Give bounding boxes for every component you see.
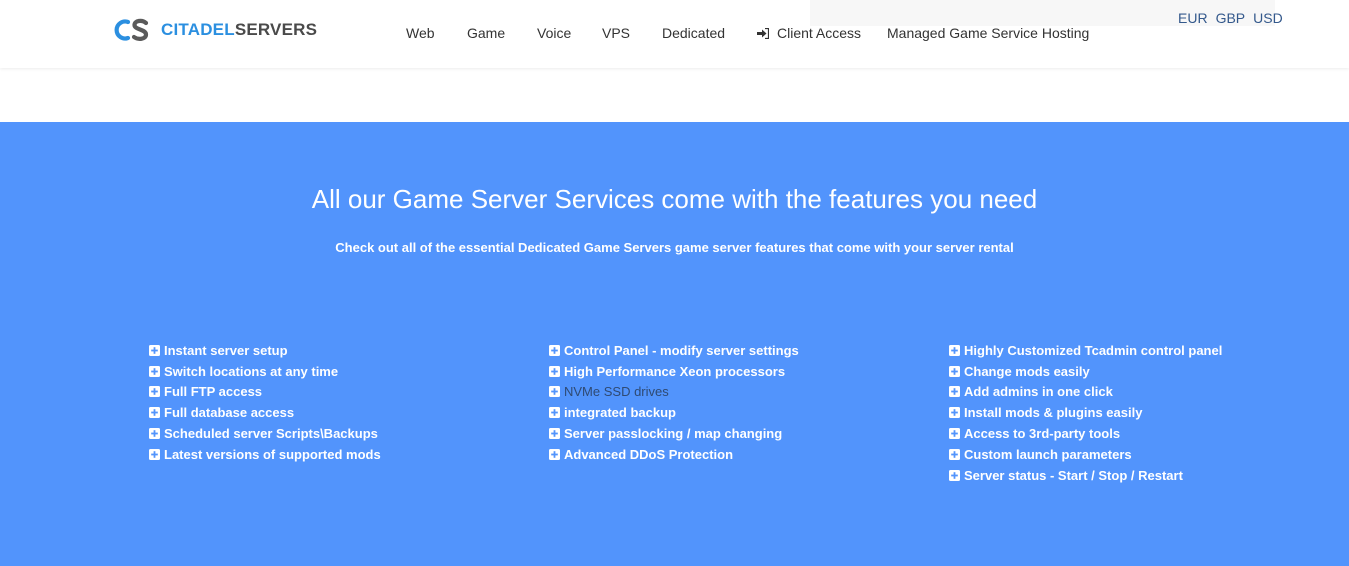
- nav-link-client-access-label: Client Access: [777, 25, 862, 41]
- feature-label: integrated backup: [564, 405, 676, 421]
- feature-item: Scheduled server Scripts\Backups: [149, 423, 381, 444]
- features-section: All our Game Server Services come with t…: [0, 122, 1349, 566]
- feature-item: Full database access: [149, 402, 381, 423]
- nav-link-dedicated[interactable]: Dedicated: [662, 22, 725, 44]
- feature-item: Server passlocking / map changing: [549, 423, 799, 444]
- feature-label: Advanced DDoS Protection: [564, 446, 734, 462]
- nav-link-vps[interactable]: VPS: [602, 22, 630, 44]
- feature-item: Add admins in one click: [949, 382, 1222, 403]
- feature-label: Scheduled server Scripts\Backups: [164, 426, 378, 442]
- feature-item: Change mods easily: [949, 361, 1222, 382]
- plus-square-icon: [549, 344, 560, 356]
- nav-link-managed-hosting[interactable]: Managed Game Service Hosting: [887, 22, 1089, 44]
- plus-square-icon: [549, 407, 560, 419]
- plus-square-icon: [949, 448, 960, 460]
- feature-item: Custom launch parameters: [949, 444, 1222, 465]
- currency-eur[interactable]: EUR: [1178, 9, 1208, 27]
- feature-label: High Performance Xeon processors: [564, 363, 786, 379]
- section-title: All our Game Server Services come with t…: [311, 184, 1038, 214]
- feature-item: Full FTP access: [149, 382, 381, 403]
- feature-item: High Performance Xeon processors: [549, 361, 799, 382]
- logo-brand-part2: SERVERS: [234, 20, 318, 39]
- feature-label: Instant server setup: [164, 342, 288, 358]
- feature-item: integrated backup: [549, 402, 799, 423]
- nav-link-web[interactable]: Web: [406, 22, 435, 44]
- plus-square-icon: [549, 365, 560, 377]
- feature-label: Add admins in one click: [964, 384, 1113, 400]
- plus-square-icon: [149, 407, 160, 419]
- site-header: CITADELSERVERS Web Game Voice VPS Dedica…: [0, 0, 1349, 68]
- feature-item: Server status - Start / Stop / Restart: [949, 465, 1222, 486]
- feature-label: NVMe SSD drives: [564, 384, 669, 400]
- feature-label: Latest versions of supported mods: [164, 446, 381, 462]
- plus-square-icon: [549, 448, 560, 460]
- feature-item: Switch locations at any time: [149, 361, 381, 382]
- feature-label: Custom launch parameters: [964, 446, 1132, 462]
- plus-square-icon: [149, 344, 160, 356]
- sign-in-icon: [757, 28, 769, 39]
- plus-square-icon: [949, 344, 960, 356]
- feature-label: Install mods & plugins easily: [964, 405, 1143, 421]
- plus-square-icon: [149, 448, 160, 460]
- feature-list-col-3: Highly Customized Tcadmin control panel C…: [949, 340, 1222, 486]
- site-logo[interactable]: CITADELSERVERS: [111, 16, 317, 44]
- logo-brand-part1: CITADEL: [161, 20, 235, 39]
- currency-switcher: EUR GBP USD: [1178, 9, 1291, 27]
- plus-square-icon: [149, 386, 160, 398]
- feature-label: Highly Customized Tcadmin control panel: [964, 342, 1223, 358]
- feature-item: Control Panel - modify server settings: [549, 340, 799, 361]
- feature-label: Switch locations at any time: [164, 363, 339, 379]
- plus-square-icon: [949, 386, 960, 398]
- plus-square-icon: [949, 407, 960, 419]
- feature-list-col-2: Control Panel - modify server settings Hi…: [549, 340, 799, 465]
- feature-label: Full FTP access: [164, 384, 263, 400]
- logo-wordmark: CITADELSERVERS: [161, 16, 317, 44]
- currency-usd[interactable]: USD: [1253, 9, 1283, 27]
- feature-label: Server passlocking / map changing: [564, 426, 783, 442]
- feature-label: Access to 3rd-party tools: [964, 426, 1121, 442]
- feature-item: Advanced DDoS Protection: [549, 444, 799, 465]
- plus-square-icon: [549, 386, 560, 398]
- plus-square-icon: [549, 428, 560, 440]
- feature-label: Server status - Start / Stop / Restart: [964, 467, 1183, 483]
- plus-square-icon: [949, 469, 960, 481]
- feature-label: Change mods easily: [964, 363, 1090, 379]
- feature-item: Highly Customized Tcadmin control panel: [949, 340, 1222, 361]
- feature-item: Install mods & plugins easily: [949, 402, 1222, 423]
- section-subtitle: Check out all of the essential Dedicated…: [335, 240, 1014, 255]
- logo-mark-icon: [114, 18, 149, 41]
- nav-link-client-access[interactable]: Client Access: [757, 22, 861, 44]
- feature-list-col-1: Instant server setup Switch locations at …: [149, 340, 381, 465]
- plus-square-icon: [149, 428, 160, 440]
- nav-link-game[interactable]: Game: [467, 22, 505, 44]
- plus-square-icon: [949, 365, 960, 377]
- feature-item: NVMe SSD drives: [549, 382, 799, 403]
- feature-label: Full database access: [164, 405, 295, 421]
- feature-item: Instant server setup: [149, 340, 381, 361]
- feature-item: Latest versions of supported mods: [149, 444, 381, 465]
- plus-square-icon: [949, 428, 960, 440]
- feature-label: Control Panel - modify server settings: [564, 342, 799, 358]
- plus-square-icon: [149, 365, 160, 377]
- feature-item: Access to 3rd-party tools: [949, 423, 1222, 444]
- currency-gbp[interactable]: GBP: [1216, 9, 1246, 27]
- nav-link-voice[interactable]: Voice: [537, 22, 571, 44]
